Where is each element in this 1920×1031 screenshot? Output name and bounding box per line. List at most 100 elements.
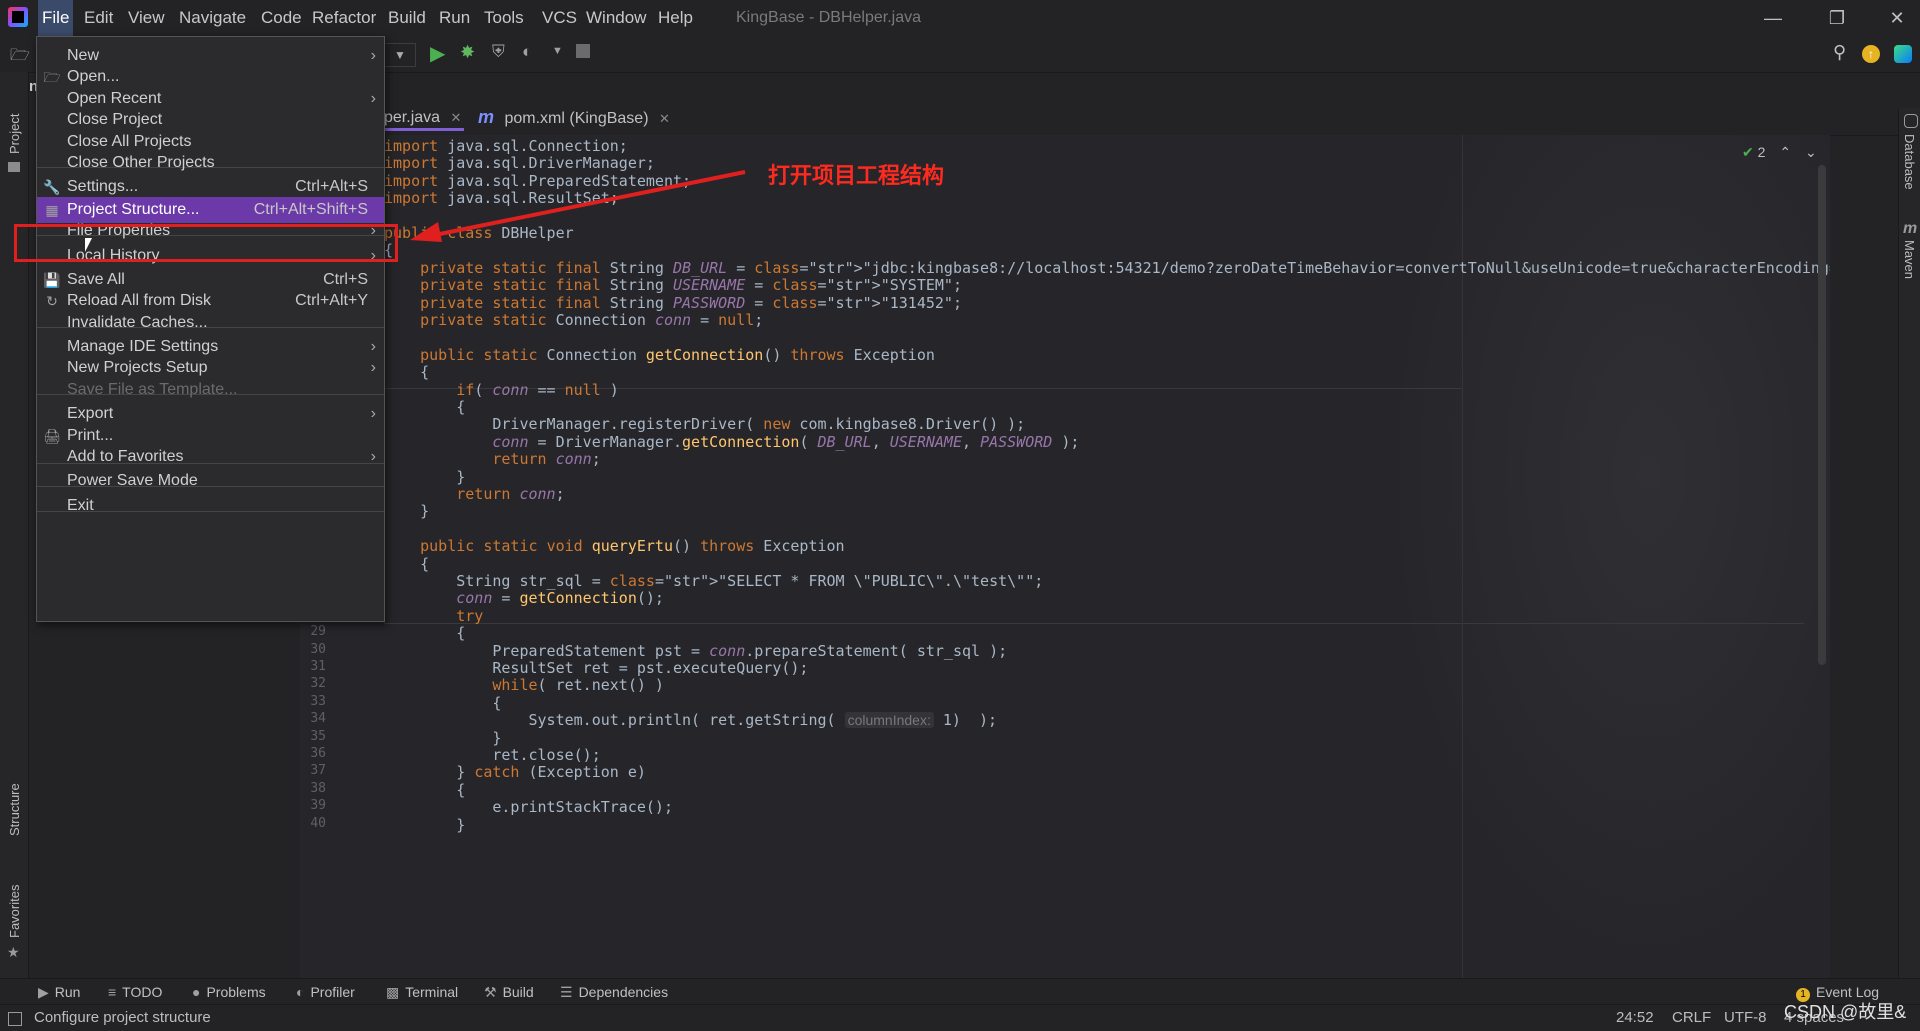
tool-todo[interactable]: ≡ TODO [108, 979, 162, 1005]
annotation-arrow [410, 170, 746, 242]
favorites-tool-button[interactable]: Favorites [7, 885, 22, 938]
menu-view[interactable]: View [124, 0, 169, 36]
line-number: 35 [310, 728, 326, 744]
code-line: public static Connection getConnection()… [420, 345, 935, 364]
csdn-watermark: CSDN @故里& [1784, 1002, 1907, 1022]
code-line: public static void queryErtu() throws Ex… [420, 537, 845, 556]
menu-edit[interactable]: Edit [80, 0, 117, 36]
restore-button[interactable]: ❐ [1808, 0, 1866, 36]
todo-icon: ≡ [108, 984, 117, 1000]
line-ending[interactable]: CRLF [1672, 1005, 1711, 1031]
tool-label: Terminal [405, 984, 459, 1000]
tool-label: Dependencies [578, 984, 669, 1000]
tool-profiler[interactable]: ◐ Profiler [296, 979, 355, 1005]
tab-pom-label: pom.xml (KingBase) [504, 110, 649, 127]
profile-dropdown-icon[interactable]: ▼ [552, 45, 563, 57]
menu-file[interactable]: File [38, 0, 74, 36]
menu-vcs[interactable]: VCS [538, 0, 581, 36]
toolbox-icon[interactable] [1894, 45, 1912, 63]
highlight-box [14, 224, 398, 262]
maven-tool-button[interactable]: Maven [1902, 240, 1917, 279]
code-line: String str_sql = class="str">"SELECT * F… [384, 572, 1044, 590]
window-title: KingBase - DBHelper.java [736, 9, 921, 26]
problems-icon: ● [192, 984, 201, 1000]
open-folder-icon[interactable]: 🗁 [10, 44, 30, 71]
line-number: 31 [310, 659, 326, 674]
code-line: } catch (Exception e) [384, 763, 646, 782]
code-line: { [384, 554, 430, 573]
close-tab-icon[interactable]: ✕ [451, 110, 462, 125]
line-number: 29 [310, 624, 326, 640]
menu-item-label: Add to Favorites [67, 448, 184, 465]
menu-run[interactable]: Run [435, 0, 474, 36]
close-tab-icon[interactable]: ✕ [659, 111, 670, 126]
code-line: private static final String USERNAME = c… [420, 276, 962, 295]
chevron-down-icon[interactable]: ⌄ [1805, 144, 1817, 160]
update-icon[interactable]: ↑ [1862, 45, 1880, 63]
menu-item-exit[interactable]: Exit [37, 493, 384, 519]
caret-position[interactable]: 24:52 [1616, 1005, 1654, 1031]
code-line: { [384, 693, 502, 712]
mouse-cursor-icon [85, 238, 92, 252]
inspection-count: 2 [1757, 144, 1766, 160]
tool-run[interactable]: ▶ Run [38, 979, 80, 1005]
project-tool-icon [8, 162, 20, 172]
code-line: try [456, 606, 484, 625]
tool-label: TODO [122, 984, 163, 1000]
dependencies-icon: ☰ [560, 984, 573, 1000]
menu-item-label: Power Save Mode [67, 472, 198, 489]
code-line: } [384, 467, 466, 486]
debug-icon[interactable]: ✸ [460, 42, 475, 63]
code-line: conn = getConnection(); [456, 589, 664, 608]
status-message: Configure project structure [34, 1009, 211, 1026]
code-line: { [384, 624, 466, 643]
menu-tools[interactable]: Tools [480, 0, 528, 36]
menu-item-power-save-mode[interactable]: Power Save Mode [37, 468, 384, 494]
menu-code[interactable]: Code [257, 0, 306, 36]
tool-build[interactable]: ⚒ Build [484, 979, 534, 1005]
menu-item-label: Invalidate Caches... [67, 314, 208, 331]
project-tool-button[interactable]: Project [7, 114, 22, 154]
menu-item-add-to-favorites[interactable]: Add to Favorites › [37, 444, 384, 470]
chevron-right-icon: › [370, 448, 376, 465]
inspection-widget[interactable]: ✔ 2 ⌃ ⌄ [1742, 144, 1817, 161]
tool-terminal[interactable]: ▩ Terminal [386, 979, 458, 1005]
menu-help[interactable]: Help [654, 0, 697, 36]
code-line: while( ret.next() ) [492, 676, 664, 695]
code-line: } [384, 815, 466, 834]
menu-build[interactable]: Build [384, 0, 430, 36]
file-encoding[interactable]: UTF-8 [1724, 1005, 1767, 1031]
run-config-dropdown[interactable]: ▼ [384, 43, 416, 67]
code-line: ResultSet ret = pst.executeQuery(); [384, 659, 809, 677]
menu-navigate[interactable]: Navigate [175, 0, 250, 36]
close-window-button[interactable]: ✕ [1868, 0, 1920, 36]
minimize-button[interactable]: — [1744, 0, 1802, 36]
profile-icon[interactable]: ◐ [522, 42, 532, 62]
tab-pom[interactable]: m pom.xml (KingBase) ✕ [478, 100, 670, 135]
code-editor[interactable]: import java.sql.Connection; import java.s… [300, 135, 1830, 978]
menu-window[interactable]: Window [582, 0, 650, 36]
status-toggle-icon[interactable] [8, 1012, 22, 1026]
menu-item-close-other-projects[interactable]: Close Other Projects [37, 150, 384, 176]
intellij-logo-icon[interactable] [8, 7, 28, 27]
menu-refactor[interactable]: Refactor [308, 0, 380, 36]
coverage-icon[interactable]: ⛨ [492, 42, 505, 62]
code-line: if( conn == null ) [456, 380, 619, 399]
check-icon: ✔ [1742, 144, 1754, 160]
menu-item-invalidate-caches[interactable]: Invalidate Caches... [37, 310, 384, 336]
editor-tabs: per.java ✕ m pom.xml (KingBase) ✕ [300, 100, 1898, 136]
tool-problems[interactable]: ● Problems [192, 979, 266, 1005]
database-tool-button[interactable]: Database [1902, 134, 1917, 190]
run-icon[interactable]: ▶ [430, 41, 445, 66]
stop-icon[interactable] [576, 44, 590, 58]
search-everywhere-icon[interactable]: ⚲ [1833, 42, 1846, 63]
tool-label: Run [54, 984, 81, 1000]
editor-scrollbar[interactable] [1818, 165, 1826, 665]
run-icon: ▶ [38, 984, 49, 1000]
structure-tool-button[interactable]: Structure [7, 783, 22, 836]
line-number: 40 [310, 815, 326, 831]
code-line: { [384, 780, 466, 799]
tool-dependencies[interactable]: ☰ Dependencies [560, 979, 668, 1005]
tab-dbhelper-label: per.java [384, 109, 441, 126]
chevron-up-icon[interactable]: ⌃ [1779, 144, 1791, 160]
